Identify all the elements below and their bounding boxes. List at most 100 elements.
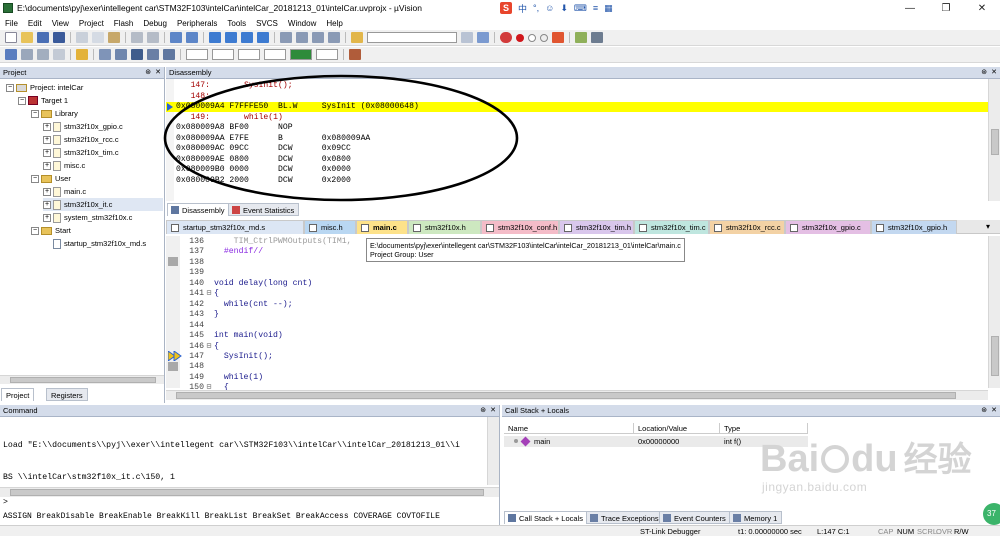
symbols-window-icon[interactable] [131, 49, 143, 60]
column-header-location[interactable]: Location/Value [634, 423, 720, 434]
collapse-icon[interactable]: − [6, 83, 14, 92]
new-file-icon[interactable] [5, 32, 17, 43]
toolbox-icon[interactable] [349, 49, 361, 60]
find-icon[interactable] [461, 32, 473, 43]
expand-icon[interactable]: + [43, 148, 51, 157]
tree-file-selected[interactable]: + stm32f10x_it.c [43, 198, 163, 211]
tab-project[interactable]: Project [1, 388, 35, 401]
reset-cpu-icon[interactable] [5, 49, 17, 60]
ime-voice-icon[interactable]: ⬇ [560, 3, 568, 14]
menu-help[interactable]: Help [321, 19, 347, 28]
file-tab-active[interactable]: main.c [356, 220, 408, 234]
copy-icon[interactable] [92, 32, 104, 43]
serial-windows-dropdown[interactable] [238, 49, 260, 60]
code-line[interactable]: 146 ⊟{ [166, 342, 986, 353]
ime-skin-icon[interactable]: ▦ [604, 3, 613, 14]
code-line[interactable]: 149 while(1) [166, 373, 986, 384]
redo-icon[interactable] [147, 32, 159, 43]
tree-root[interactable]: − Project: intelCar [6, 81, 83, 94]
expand-icon[interactable]: + [43, 200, 51, 209]
tree-file[interactable]: + system_stm32f10x.c [43, 211, 132, 224]
disassembly-window-icon[interactable] [115, 49, 127, 60]
code-line[interactable]: 144 [166, 321, 986, 332]
system-viewer-dropdown[interactable] [316, 49, 338, 60]
fold-toggle-icon[interactable]: ⊟ [204, 342, 214, 353]
ime-toolbar[interactable]: S 中 °, ☺ ⬇ ⌨ ≡ ▦ [500, 1, 613, 15]
cut-icon[interactable] [76, 32, 88, 43]
step-icon[interactable] [53, 49, 65, 60]
command-hscrollbar[interactable] [0, 487, 499, 497]
tab-list-dropdown-icon[interactable]: ▾ [986, 222, 990, 231]
ime-lang-label[interactable]: 中 [518, 2, 527, 15]
ime-punct-icon[interactable]: °, [533, 3, 539, 13]
pin-icon[interactable]: ⊛ [145, 67, 151, 78]
find-combo[interactable] [367, 32, 457, 43]
trace-windows-dropdown[interactable] [290, 49, 312, 60]
menu-peripherals[interactable]: Peripherals [172, 19, 222, 28]
sogou-logo-icon[interactable]: S [500, 2, 512, 14]
expand-dot-icon[interactable] [514, 439, 518, 443]
expand-icon[interactable]: + [43, 135, 51, 144]
file-tab[interactable]: stm32f10x_gpio.c [785, 220, 871, 234]
bookmark-icon[interactable] [209, 32, 221, 43]
indent-icon[interactable] [280, 32, 292, 43]
tab-event-counters[interactable]: Event Counters [659, 511, 731, 524]
minimize-button[interactable]: — [892, 0, 928, 16]
run-icon[interactable] [21, 49, 33, 60]
save-icon[interactable] [37, 32, 49, 43]
code-line[interactable]: 140 void delay(long cnt) [166, 279, 986, 290]
file-tab[interactable]: stm32f10x_tim.c [634, 220, 709, 234]
callstack-window-icon[interactable] [163, 49, 175, 60]
bookmark-prev-icon[interactable] [225, 32, 237, 43]
tab-registers[interactable]: Registers [46, 388, 88, 401]
collapse-icon[interactable]: − [31, 174, 39, 183]
panel-close-icon[interactable]: ✕ [490, 405, 496, 416]
collapse-icon[interactable]: − [18, 96, 26, 105]
menu-edit[interactable]: Edit [23, 19, 47, 28]
tree-file[interactable]: + misc.c [43, 159, 85, 172]
debug-session-icon[interactable] [500, 32, 512, 43]
editor-vscrollbar[interactable] [988, 236, 1000, 388]
code-line[interactable]: 141 ⊟{ [166, 289, 986, 300]
column-header-name[interactable]: Name [504, 423, 634, 434]
file-tab[interactable]: stm32f10x_tim.h [559, 220, 634, 234]
expand-icon[interactable]: + [43, 161, 51, 170]
configure-icon[interactable] [591, 32, 603, 43]
tree-file[interactable]: + stm32f10x_gpio.c [43, 120, 123, 133]
save-all-icon[interactable] [53, 32, 65, 43]
tree-file[interactable]: + stm32f10x_tim.c [43, 146, 119, 159]
insert-breakpoint-icon[interactable] [516, 33, 524, 42]
registers-window-icon[interactable] [147, 49, 159, 60]
expand-icon[interactable]: + [43, 122, 51, 131]
tab-event-statistics[interactable]: Event Statistics [228, 203, 300, 216]
menu-tools[interactable]: Tools [222, 19, 251, 28]
open-file-icon[interactable] [21, 32, 33, 43]
project-hscrollbar[interactable] [0, 375, 164, 384]
menu-file[interactable]: File [0, 19, 23, 28]
file-tab[interactable]: stm32f10x_gpio.h [871, 220, 957, 234]
uncomment-icon[interactable] [328, 32, 340, 43]
menu-view[interactable]: View [47, 19, 74, 28]
tree-group-user[interactable]: − User [31, 172, 71, 185]
pin-icon[interactable]: ⊛ [480, 405, 486, 416]
file-tab[interactable]: misc.h [304, 220, 356, 234]
tab-disassembly[interactable]: Disassembly [167, 203, 230, 216]
expand-icon[interactable]: + [43, 187, 51, 196]
menu-svcs[interactable]: SVCS [251, 19, 283, 28]
code-line[interactable]: 145 int main(void) [166, 331, 986, 342]
disable-breakpoints-icon[interactable] [540, 33, 548, 42]
pin-icon[interactable]: ⊛ [981, 67, 987, 78]
find-in-files-icon[interactable] [351, 32, 363, 43]
panel-close-icon[interactable]: ✕ [991, 405, 997, 416]
disassembly-vscrollbar[interactable] [988, 79, 1000, 201]
tree-file[interactable]: startup_stm32f10x_md.s [53, 237, 146, 250]
menu-window[interactable]: Window [283, 19, 321, 28]
tree-target[interactable]: − Target 1 [18, 94, 68, 107]
code-line[interactable]: 142 while(cnt --); [166, 300, 986, 311]
bookmark-next-icon[interactable] [241, 32, 253, 43]
tree-group-start[interactable]: − Start [31, 224, 71, 237]
expand-icon[interactable]: + [43, 213, 51, 222]
tree-file[interactable]: + stm32f10x_rcc.c [43, 133, 119, 146]
code-line[interactable]: 139 [166, 268, 986, 279]
code-line[interactable]: 143 } [166, 310, 986, 321]
